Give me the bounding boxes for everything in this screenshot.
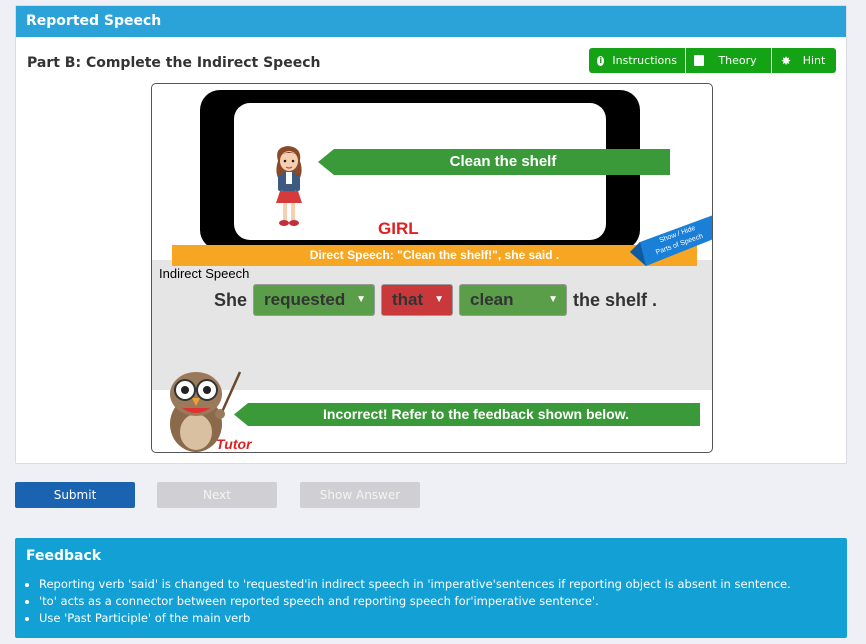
indirect-speech-label: Indirect Speech — [159, 266, 250, 281]
theory-button[interactable]: Theory — [686, 48, 772, 73]
direct-speech-bar: Direct Speech: "Clean the shelf!", she s… — [172, 245, 697, 266]
indirect-sentence: She requested ▼ that ▼ clean ▼ the shelf… — [214, 284, 657, 316]
hint-button[interactable]: ✸ Hint — [772, 48, 836, 73]
connector-dropdown[interactable]: that ▼ — [381, 284, 454, 316]
show-answer-button[interactable]: Show Answer — [300, 482, 420, 508]
part-title: Part B: Complete the Indirect Speech — [27, 55, 321, 71]
feedback-list: Reporting verb 'said' is changed to 'req… — [39, 576, 847, 627]
chevron-down-icon: ▼ — [356, 294, 367, 305]
sentence-start: She — [214, 289, 248, 310]
tutor-feedback-text: Incorrect! Refer to the feedback shown b… — [323, 406, 629, 422]
parts-of-speech-toggle[interactable]: Show / Hide Parts of Speech — [630, 212, 713, 266]
connector-dropdown-value: that — [392, 290, 424, 309]
gear-icon: ✸ — [780, 53, 792, 68]
submit-button[interactable]: Submit — [15, 482, 135, 508]
chevron-down-icon: ▼ — [548, 294, 559, 305]
activity-stage: Clean the shelf GIRL Indirect Speech She… — [151, 83, 713, 453]
verb-dropdown[interactable]: requested ▼ — [253, 284, 376, 316]
feedback-panel: Feedback Reporting verb 'said' is change… — [15, 538, 847, 638]
speaker-label: GIRL — [378, 219, 419, 238]
sentence-end: the shelf . — [573, 289, 658, 310]
verb-dropdown-value: requested — [264, 290, 346, 309]
speech-text: Clean the shelf — [449, 153, 557, 170]
tv-screen: Clean the shelf — [234, 103, 670, 240]
next-button[interactable]: Next — [157, 482, 277, 508]
theory-label: Theory — [718, 54, 757, 67]
instructions-label: Instructions — [612, 54, 677, 67]
panel-title: Reported Speech — [16, 6, 846, 37]
feedback-item: Reporting verb 'said' is changed to 'req… — [39, 576, 847, 593]
feedback-item: 'to' acts as a connector between reporte… — [39, 593, 847, 610]
help-button-group: i Instructions Theory ✸ Hint — [589, 48, 836, 73]
question-panel: Reported Speech Part B: Complete the Ind… — [15, 5, 847, 464]
feedback-item: Use 'Past Participle' of the main verb — [39, 610, 847, 627]
hint-label: Hint — [802, 54, 826, 67]
tutor-label: Tutor — [216, 436, 252, 452]
main-verb-dropdown[interactable]: clean ▼ — [459, 284, 568, 316]
info-icon: i — [597, 55, 605, 66]
feedback-title: Feedback — [26, 548, 102, 564]
chevron-down-icon: ▼ — [434, 294, 445, 305]
instructions-button[interactable]: i Instructions — [589, 48, 686, 73]
girl-illustration — [276, 146, 302, 226]
book-icon — [694, 55, 704, 66]
tv-screen-frame: Clean the shelf — [200, 90, 670, 250]
main-verb-dropdown-value: clean — [470, 290, 514, 309]
